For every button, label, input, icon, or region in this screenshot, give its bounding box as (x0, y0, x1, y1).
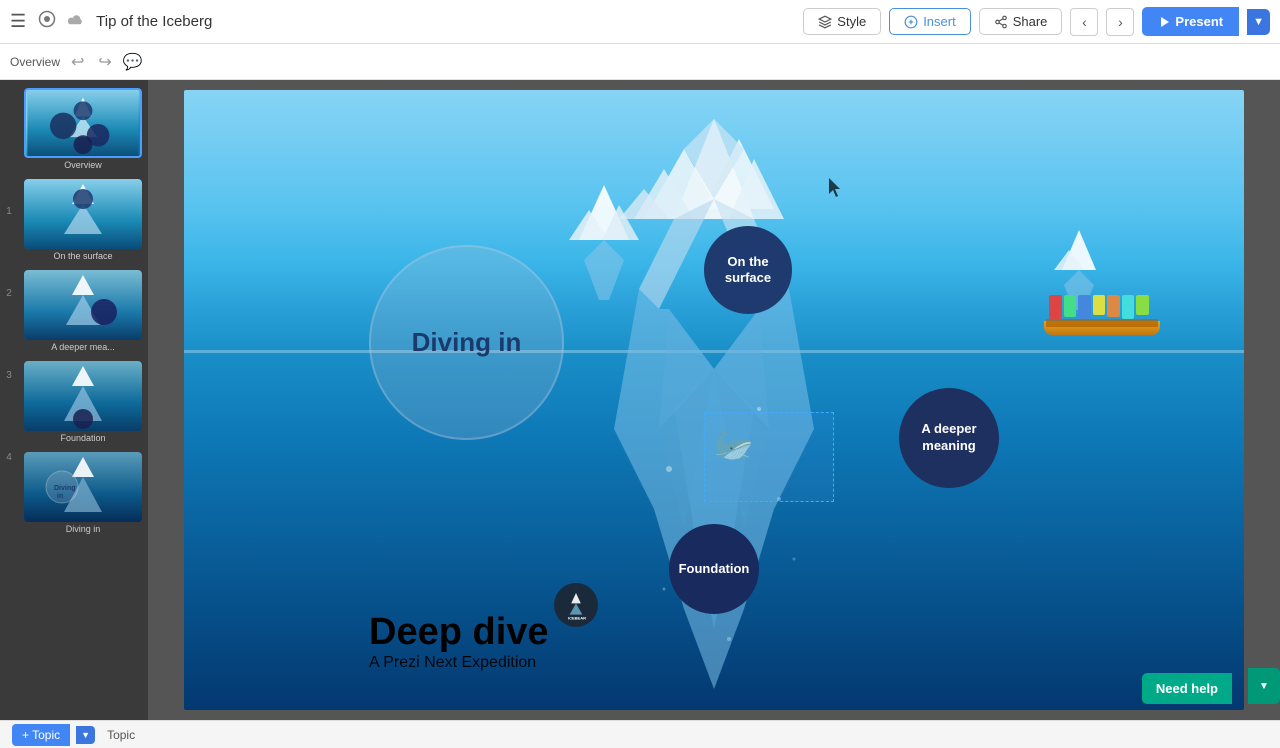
sidebar-item-2[interactable]: 3 A deeper mea... (24, 270, 142, 355)
whale-icon: 🐋 (714, 425, 754, 463)
next-slide-arrow[interactable]: › (1106, 8, 1134, 36)
sidebar-label-4: Diving in (24, 522, 142, 537)
present-dropdown-button[interactable]: ▼ (1247, 9, 1270, 35)
deeper-circle[interactable]: A deepermeaning (899, 388, 999, 488)
slide-num-2: 2 (0, 252, 18, 334)
slide-num-4: 4 (0, 416, 18, 498)
slide-thumb-2 (24, 270, 142, 340)
deep-dive-title: Deep dive (369, 612, 549, 654)
foundation-circle[interactable]: Foundation (669, 524, 759, 614)
main-layout: 1 2 3 4 (0, 80, 1280, 720)
slide-thumb-3 (24, 361, 142, 431)
sidebar-item-overview[interactable]: Overview (24, 88, 142, 173)
sidebar-item-3[interactable]: 2 Foundation (24, 361, 142, 446)
insert-button[interactable]: Insert (889, 8, 971, 35)
bottom-bar: + Topic ▼ Topic (0, 720, 1280, 748)
svg-text:ICEBEAR: ICEBEAR (568, 615, 586, 620)
cloud-icon (66, 12, 84, 31)
cursor (829, 178, 845, 203)
add-topic-dropdown[interactable]: ▼ (76, 726, 95, 744)
need-help-dropdown-button[interactable]: ▼ (1248, 668, 1280, 704)
presentation-title: Tip of the Iceberg (96, 13, 212, 30)
add-topic-button[interactable]: + Topic (12, 724, 70, 746)
slide-num-3: 3 (0, 334, 18, 416)
canvas-area[interactable]: 🐋 Diving in On thesurface A deepermeanin… (148, 80, 1280, 720)
sidebar-label-overview: Overview (24, 158, 142, 173)
slide-num-1: 1 (0, 170, 18, 252)
diving-in-text: Diving in (412, 327, 522, 358)
diving-in-circle[interactable]: Diving in (369, 245, 564, 440)
sidebar-label-1: On the surface (24, 249, 142, 264)
present-button[interactable]: Present (1142, 7, 1239, 36)
deep-dive-subtitle: A Prezi Next Expedition (369, 654, 549, 672)
style-button[interactable]: Style (803, 8, 881, 35)
sidebar-item-1[interactable]: 4 On the surface (24, 179, 142, 264)
deeper-text: A deepermeaning (921, 421, 976, 455)
surface-circle[interactable]: On thesurface (704, 226, 792, 314)
container-ship (1044, 295, 1164, 335)
redo-button[interactable]: ↪ (95, 52, 114, 72)
slide-thumb-1 (24, 179, 142, 249)
secondary-toolbar: Overview ↩ ↪ 💬 (0, 44, 1280, 80)
slide-canvas: 🐋 Diving in On thesurface A deepermeanin… (184, 90, 1244, 710)
topic-label: Topic (107, 728, 135, 742)
slide-thumb-overview (24, 88, 142, 158)
iceberg-logo: ICEBEAR (554, 583, 598, 627)
slide-panel: Overview 4 On the surface 3 (18, 80, 148, 720)
deep-dive-block: ICEBEAR Deep dive A Prezi Next Expeditio… (369, 612, 549, 672)
need-help-button[interactable]: Need help (1142, 673, 1232, 704)
prev-slide-arrow[interactable]: ‹ (1070, 8, 1098, 36)
comment-icon[interactable]: 💬 (123, 52, 143, 72)
top-bar: ☰ Tip of the Iceberg Style Insert Share … (0, 0, 1280, 44)
share-button[interactable]: Share (979, 8, 1063, 35)
surface-text: On thesurface (725, 254, 771, 288)
slide-thumb-4: Diving in (24, 452, 142, 522)
svg-text:in: in (57, 493, 63, 500)
sidebar-label-2: A deeper mea... (24, 340, 142, 355)
menu-icon[interactable]: ☰ (10, 11, 26, 32)
svg-text:Diving: Diving (54, 485, 75, 492)
sidebar-item-4[interactable]: 4 Diving in Diving in (24, 452, 142, 537)
prezi-icon (38, 10, 56, 33)
left-iceberg (554, 180, 654, 330)
undo-button[interactable]: ↩ (68, 52, 87, 72)
overview-label: Overview (10, 55, 60, 69)
sidebar-label-3: Foundation (24, 431, 142, 446)
foundation-text: Foundation (679, 561, 750, 578)
